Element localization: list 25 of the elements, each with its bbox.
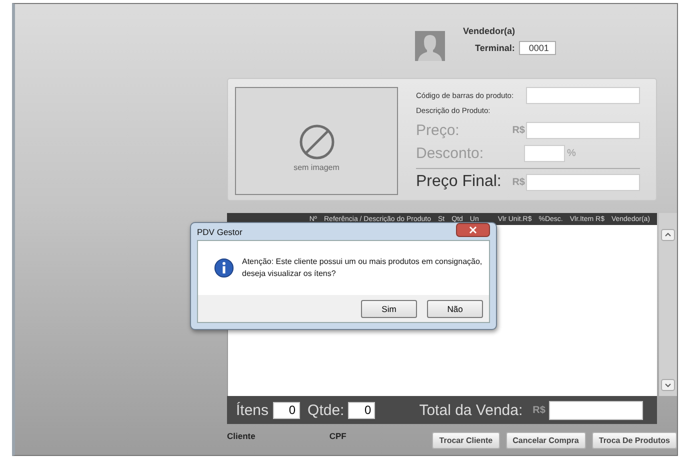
cpf-label: CPF bbox=[329, 431, 346, 441]
dialog-button[interactable]: Não bbox=[427, 300, 483, 318]
seller-label: Vendedor(a) bbox=[463, 26, 516, 36]
terminal-label: Terminal: bbox=[475, 43, 515, 53]
total-label: Total da Venda: bbox=[419, 402, 523, 418]
action-button[interactable]: Troca De Produtos bbox=[592, 432, 677, 449]
dialog-button[interactable]: Sim bbox=[361, 300, 417, 318]
price-label: Preço: bbox=[416, 122, 460, 139]
currency-label: R$ bbox=[532, 404, 546, 416]
dialog-message: Atenção: Este cliente possui um ou mais produtos em consignação, deseja visualizar os ítens? bbox=[242, 256, 482, 280]
image-caption: sem imagem bbox=[294, 163, 340, 172]
final-price-label: Preço Final: bbox=[416, 173, 502, 192]
customer-label: Cliente bbox=[227, 431, 256, 441]
terminal-field[interactable]: 0001 bbox=[518, 41, 556, 55]
currency-label: R$ bbox=[512, 124, 525, 136]
action-button[interactable]: Trocar Cliente bbox=[432, 432, 500, 449]
action-button[interactable]: Cancelar Compra bbox=[506, 432, 586, 449]
items-field[interactable]: 0 bbox=[272, 402, 300, 418]
quantity-field[interactable]: 0 bbox=[348, 402, 376, 418]
quantity-label: Qtde: bbox=[308, 402, 344, 418]
dialog-title: PDV Gestor bbox=[197, 226, 242, 236]
currency-label: R$ bbox=[512, 176, 525, 188]
items-label: Ítens bbox=[236, 402, 269, 418]
discount-label: Desconto: bbox=[416, 144, 485, 162]
percent-label: % bbox=[566, 148, 577, 159]
